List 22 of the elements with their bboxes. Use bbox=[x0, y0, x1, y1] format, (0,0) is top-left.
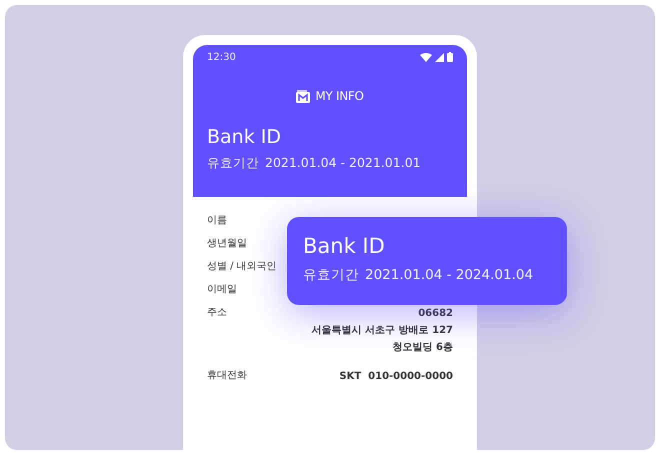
validity-dates: 2021.01.04 - 2024.01.04 bbox=[365, 266, 534, 285]
validity-label: 유효기간 bbox=[303, 266, 359, 285]
battery-icon bbox=[447, 52, 453, 62]
field-value: 서울특별시 서초구 방배로 127 bbox=[312, 324, 453, 338]
field-label: 이름 bbox=[207, 214, 227, 228]
field-value: 06682 bbox=[418, 307, 453, 321]
signal-icon bbox=[435, 52, 444, 62]
card-title: Bank ID bbox=[303, 233, 386, 259]
field-label: 생년월일 bbox=[207, 237, 247, 251]
field-value: 청오빌딩 6층 bbox=[392, 341, 453, 355]
card-title: Bank ID bbox=[207, 125, 282, 149]
wallet-logo-icon bbox=[296, 90, 310, 102]
app-logo-text: MY INFO bbox=[315, 88, 364, 105]
field-label: 성별 / 내외국인 bbox=[207, 260, 277, 274]
field-label: 이메일 bbox=[207, 283, 237, 297]
field-label: 주소 bbox=[207, 306, 227, 320]
wifi-icon bbox=[420, 52, 432, 62]
validity-dates: 2021.01.04 - 2021.01.01 bbox=[265, 154, 421, 172]
validity-label: 유효기간 bbox=[207, 154, 259, 172]
status-time: 12:30 bbox=[207, 50, 236, 64]
field-label: 휴대전화 bbox=[207, 369, 247, 383]
field-value: SKT 010-0000-0000 bbox=[339, 370, 453, 384]
